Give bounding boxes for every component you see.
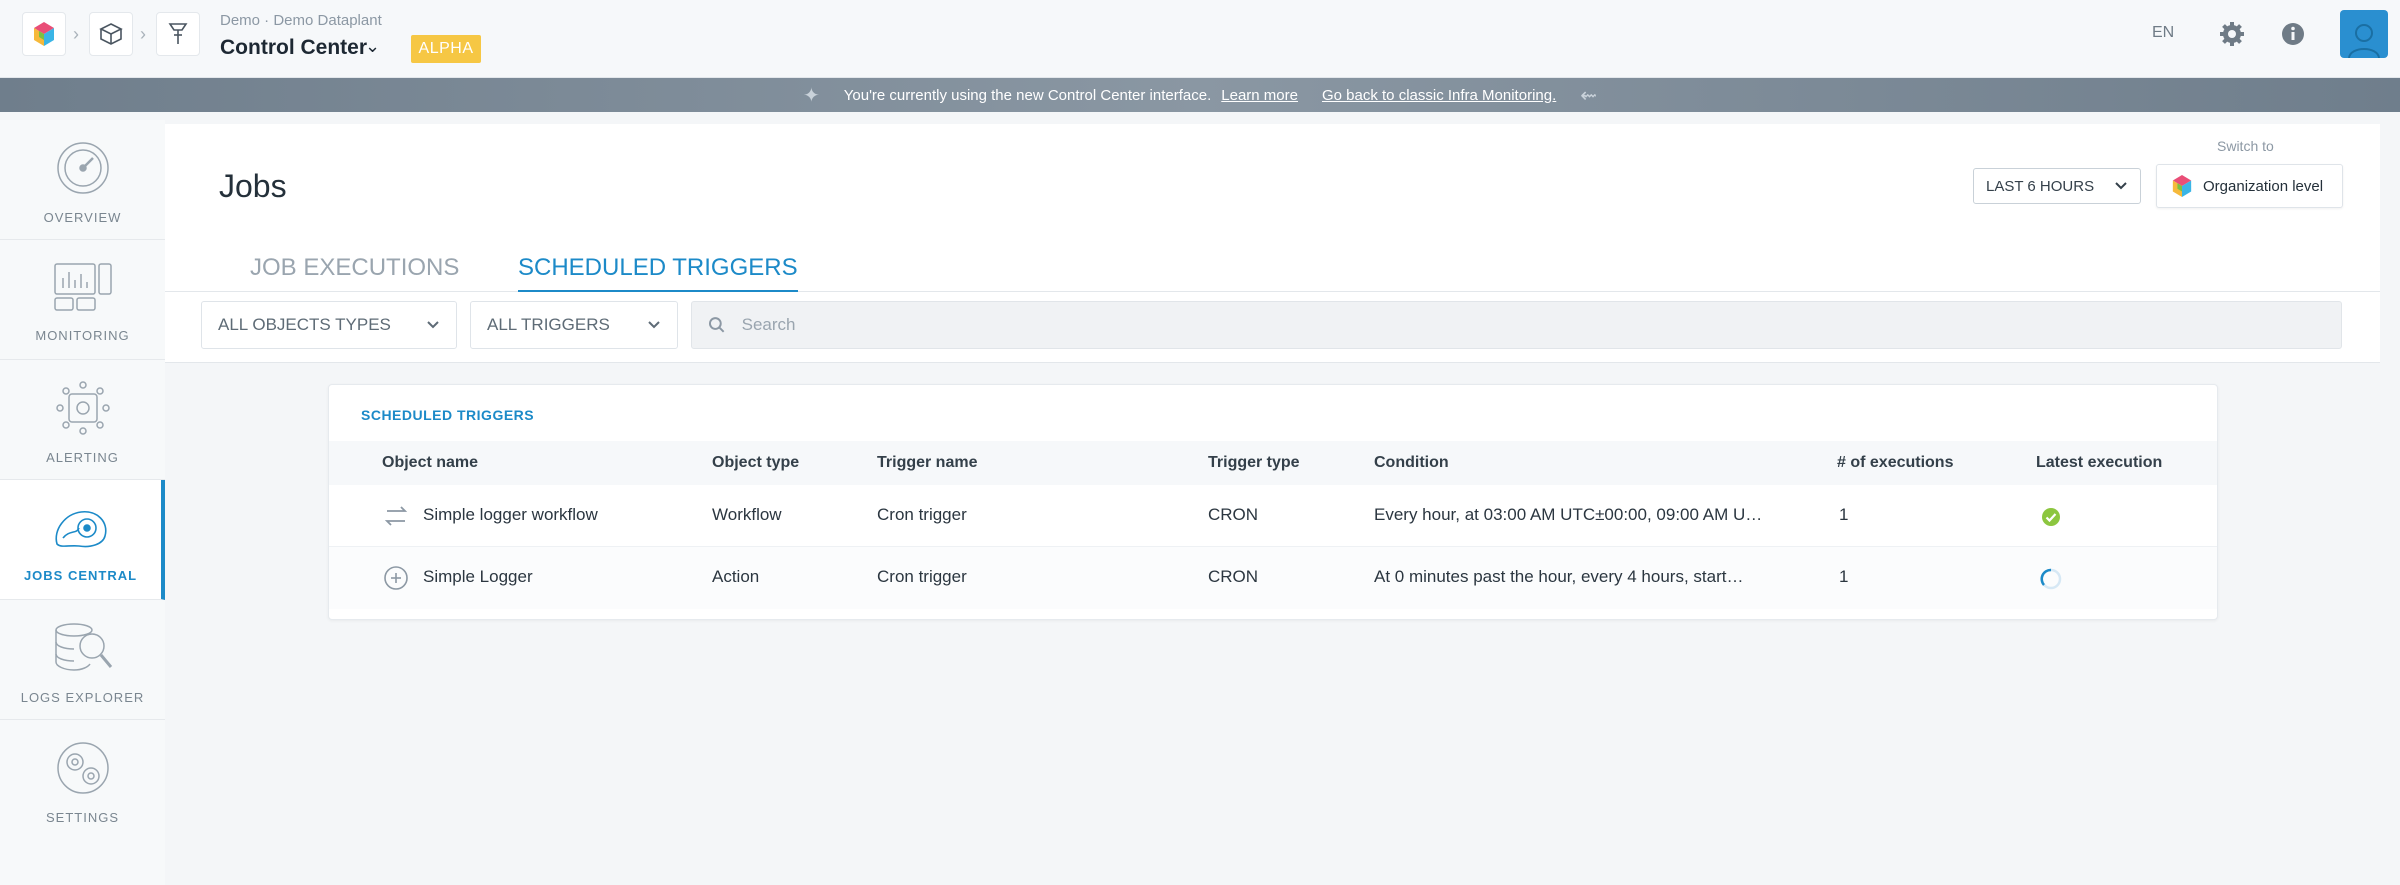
- alpha-badge: ALPHA: [411, 35, 481, 63]
- sidebar-item-label: MONITORING: [35, 328, 130, 343]
- language-selector[interactable]: EN: [2152, 24, 2174, 42]
- object-types-label: ALL OBJECTS TYPES: [218, 315, 391, 334]
- sidebar: OVERVIEW MONITORING ALERTING JOBS CENTRA…: [0, 120, 165, 885]
- go-back-link[interactable]: Go back to classic Infra Monitoring.: [1322, 87, 1556, 104]
- pipeline-icon[interactable]: [156, 12, 200, 56]
- triggers-dropdown[interactable]: ALL TRIGGERS: [470, 301, 678, 349]
- main-panel: Jobs Switch to LAST 6 HOURS Organization…: [165, 124, 2380, 885]
- table-row[interactable]: Simple Logger Action Cron trigger CRON A…: [329, 547, 2217, 609]
- chevron-down-icon: [648, 321, 660, 329]
- spinner-icon: [2040, 568, 2062, 590]
- sidebar-item-label: SETTINGS: [45, 810, 119, 825]
- time-range-label: LAST 6 HOURS: [1986, 177, 2095, 195]
- learn-more-link[interactable]: Learn more: [1221, 87, 1298, 104]
- sidebar-item-label: LOGS EXPLORER: [20, 690, 145, 705]
- executions-count: 1: [1839, 505, 1849, 524]
- condition: Every hour, at 03:00 AM UTC±00:00, 09:00…: [1374, 505, 1763, 524]
- settings-icon: [56, 742, 109, 794]
- condition: At 0 minutes past the hour, every 4 hour…: [1374, 567, 1744, 586]
- breadcrumb-separator: ›: [73, 24, 79, 44]
- sidebar-item-label: OVERVIEW: [43, 210, 122, 225]
- trigger-type: CRON: [1208, 505, 1259, 524]
- workflow-icon: [383, 503, 409, 529]
- sidebar-item-alerting[interactable]: ALERTING: [0, 360, 165, 480]
- sidebar-item-overview[interactable]: OVERVIEW: [0, 120, 165, 240]
- breadcrumb: Demo · Demo Dataplant: [220, 12, 382, 29]
- cube-icon[interactable]: [89, 12, 133, 56]
- search-box[interactable]: [691, 301, 2342, 349]
- table-row[interactable]: Simple logger workflow Workflow Cron tri…: [329, 485, 2217, 547]
- info-icon[interactable]: [2277, 18, 2309, 50]
- gear-icon[interactable]: [2216, 18, 2248, 50]
- chevron-down-icon[interactable]: ⌄: [365, 36, 380, 57]
- column-header[interactable]: Object name: [382, 454, 478, 472]
- chevron-down-icon: [2115, 182, 2127, 190]
- object-types-dropdown[interactable]: ALL OBJECTS TYPES: [201, 301, 457, 349]
- object-name[interactable]: Simple logger workflow: [423, 505, 703, 525]
- object-type: Action: [712, 567, 760, 586]
- switch-to-label: Switch to: [2217, 138, 2274, 154]
- card-title: SCHEDULED TRIGGERS: [361, 407, 535, 423]
- sidebar-item-logs-explorer[interactable]: LOGS EXPLORER: [0, 600, 165, 720]
- column-header[interactable]: # of executions: [1837, 454, 1953, 472]
- gauge-icon: [56, 142, 109, 194]
- logo-icon[interactable]: [22, 12, 66, 56]
- page-title: Jobs: [219, 168, 287, 204]
- table-header: Object name Object type Trigger name Tri…: [329, 441, 2217, 485]
- column-header[interactable]: Trigger name: [877, 454, 977, 472]
- column-header[interactable]: Condition: [1374, 454, 1449, 472]
- column-header[interactable]: Object type: [712, 454, 799, 472]
- sidebar-item-monitoring[interactable]: MONITORING: [0, 240, 165, 360]
- trigger-name: Cron trigger: [877, 505, 967, 524]
- sidebar-item-settings[interactable]: SETTINGS: [0, 720, 165, 840]
- search-icon: [708, 317, 725, 333]
- column-header[interactable]: Latest execution: [2036, 454, 2162, 472]
- organization-level-label: Organization level: [2203, 177, 2324, 195]
- search-input[interactable]: [741, 315, 2325, 335]
- monitoring-icon: [53, 263, 112, 311]
- time-range-dropdown[interactable]: LAST 6 HOURS: [1973, 168, 2141, 204]
- chevron-down-icon: [427, 321, 439, 329]
- top-bar: › › Demo · Demo Dataplant Control Center…: [0, 0, 2400, 78]
- breadcrumb-separator: ›: [140, 24, 146, 44]
- object-type: Workflow: [712, 505, 782, 524]
- info-banner: ✦ You're currently using the new Control…: [0, 78, 2400, 112]
- trigger-name: Cron trigger: [877, 567, 967, 586]
- tab-job-executions[interactable]: JOB EXECUTIONS: [250, 254, 459, 290]
- organization-level-button[interactable]: Organization level: [2156, 164, 2343, 208]
- jobs-icon: [54, 511, 107, 548]
- sidebar-item-label: ALERTING: [46, 450, 119, 465]
- back-arrow-icon: ⇜: [1580, 84, 1598, 107]
- alerting-icon: [55, 381, 110, 435]
- sidebar-item-label: JOBS CENTRAL: [23, 568, 138, 583]
- column-header[interactable]: Trigger type: [1208, 454, 1300, 472]
- tab-bar: JOB EXECUTIONS SCHEDULED TRIGGERS: [165, 242, 2380, 292]
- sparkle-icon: ✦: [802, 84, 820, 107]
- action-icon: [383, 565, 409, 591]
- user-avatar-icon[interactable]: [2340, 10, 2388, 58]
- object-name[interactable]: Simple Logger: [423, 567, 703, 587]
- success-icon: [2042, 508, 2060, 526]
- triggers-label: ALL TRIGGERS: [487, 315, 610, 334]
- scheduled-triggers-card: SCHEDULED TRIGGERS Object name Object ty…: [328, 384, 2218, 620]
- logo-icon: [2172, 175, 2192, 197]
- logs-icon: [54, 623, 112, 671]
- banner-text: You're currently using the new Control C…: [843, 86, 1212, 104]
- trigger-type: CRON: [1208, 567, 1259, 586]
- executions-count: 1: [1839, 567, 1849, 586]
- tab-scheduled-triggers[interactable]: SCHEDULED TRIGGERS: [518, 254, 798, 292]
- app-title[interactable]: Control Center: [220, 36, 367, 60]
- sidebar-item-jobs-central[interactable]: JOBS CENTRAL: [0, 480, 165, 600]
